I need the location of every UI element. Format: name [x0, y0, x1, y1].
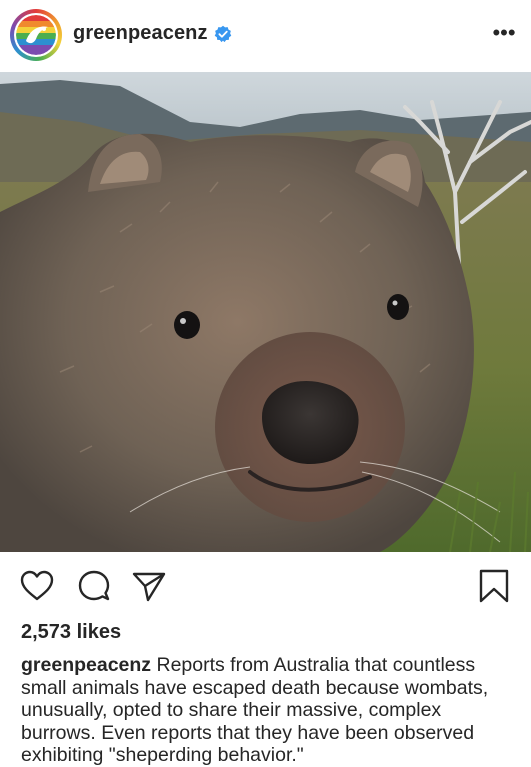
more-options-icon[interactable]: ••• [489, 22, 519, 44]
avatar[interactable] [10, 9, 62, 61]
caption-username[interactable]: greenpeacenz [21, 654, 151, 676]
post-caption: greenpeacenz Reports from Australia that… [21, 654, 516, 767]
likes-count[interactable]: 2,573 likes [21, 621, 121, 644]
post-photo[interactable] [0, 72, 531, 552]
avatar-ring-inner [14, 13, 58, 57]
bookmark-icon[interactable] [476, 568, 512, 604]
send-icon[interactable] [131, 568, 167, 604]
action-bar [0, 560, 531, 610]
heart-icon[interactable] [19, 568, 55, 604]
verified-badge-icon [214, 25, 232, 43]
wombat-photo-illustration [0, 72, 531, 552]
post-username[interactable]: greenpeacenz [73, 22, 208, 45]
greenpeace-logo-icon [16, 15, 56, 55]
comment-icon[interactable] [76, 568, 112, 604]
post-header: greenpeacenz ••• [0, 0, 531, 72]
